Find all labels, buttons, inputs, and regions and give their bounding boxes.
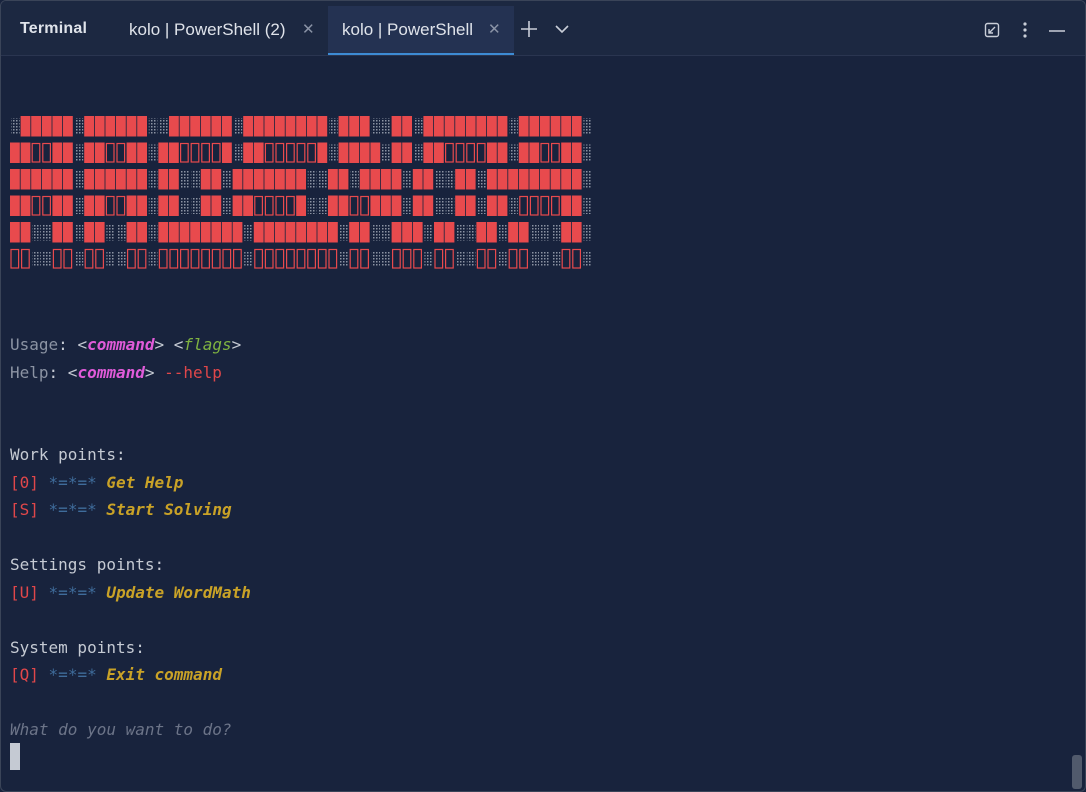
tab-powershell[interactable]: kolo | PowerShell ✕	[328, 6, 514, 55]
terminal-cursor[interactable]	[10, 743, 20, 770]
pin-icon[interactable]	[984, 22, 1000, 38]
usage-flags: flags	[183, 335, 232, 354]
tab-label: kolo | PowerShell	[342, 20, 474, 39]
input-prompt: What do you want to do?	[10, 720, 232, 739]
menu-item: [U] *=*=* Update WordMath	[10, 583, 251, 602]
scrollbar-thumb[interactable]	[1072, 755, 1082, 789]
ascii-art-banner	[10, 116, 592, 269]
tab-label: kolo | PowerShell (2)	[129, 20, 286, 39]
menu-item: [S] *=*=* Start Solving	[10, 500, 232, 519]
section-title: Work points:	[10, 445, 126, 464]
tab-powershell-2[interactable]: kolo | PowerShell (2) ✕	[114, 6, 328, 55]
chevron-down-icon[interactable]	[554, 24, 570, 34]
window-title: Terminal	[20, 20, 88, 37]
help-line: Help: <command> --help	[10, 363, 222, 382]
section-title: System points:	[10, 638, 145, 657]
close-icon[interactable]: ✕	[302, 6, 315, 54]
close-icon[interactable]: ✕	[488, 6, 501, 54]
usage-line: Usage: <command> <flags>	[10, 335, 242, 354]
help-command: command	[77, 363, 145, 382]
terminal-window: Terminal kolo | PowerShell (2) ✕ kolo | …	[0, 0, 1086, 792]
more-vertical-icon[interactable]	[1021, 21, 1029, 39]
help-label: Help	[10, 363, 49, 382]
plus-icon[interactable]	[520, 20, 538, 38]
usage-command: command	[87, 335, 155, 354]
menu-item: [Q] *=*=* Exit command	[10, 665, 222, 684]
menu-item: [0] *=*=* Get Help	[10, 473, 184, 492]
minimize-icon[interactable]	[1048, 29, 1066, 33]
help-flag: --help	[164, 363, 222, 382]
title-bar: Terminal kolo | PowerShell (2) ✕ kolo | …	[1, 1, 1085, 56]
usage-label: Usage	[10, 335, 59, 354]
section-title: Settings points:	[10, 555, 165, 574]
